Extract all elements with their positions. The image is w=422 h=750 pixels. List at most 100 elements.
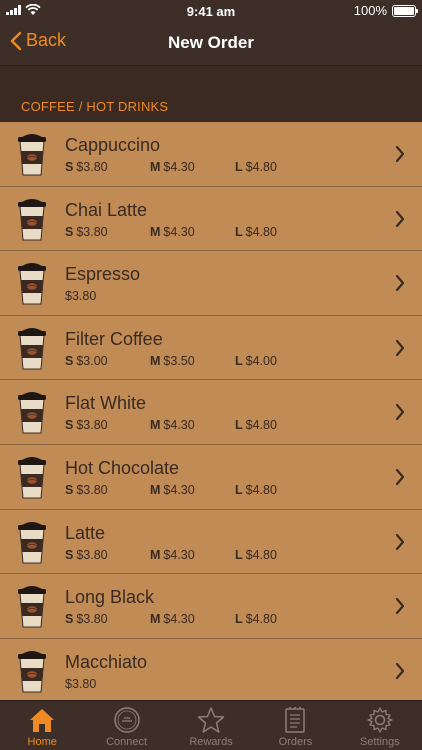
item-name: Long Black [65,587,155,608]
menu-item-row[interactable]: Hot Chocolate S $3.80 M $4.30 L $4.80 [0,444,422,510]
price-m: M $4.30 [150,418,195,432]
coffee-cup-icon [18,134,46,176]
section-header: COFFEE / HOT DRINKS [0,66,422,122]
price-value: $4.30 [163,418,195,433]
coffee-cup-icon [18,456,46,499]
price-l: L $4.80 [235,612,277,626]
page-title: New Order [168,33,254,52]
price-s: S $3.80 [65,612,108,626]
menu-item-row[interactable]: Flat White S $3.80 M $4.30 L $4.80 [0,380,422,445]
item-name: Espresso [65,264,141,285]
status-bar: 9:41 am 100% [0,0,422,22]
size-label: L [235,547,243,562]
chevron-right-icon [395,404,405,421]
price-m: M $4.30 [150,483,195,497]
chevron-right-icon [395,598,405,615]
size-label: M [150,353,161,368]
price-m: M $4.30 [150,612,195,626]
size-label: M [150,160,161,174]
tab-label: Rewards [189,736,233,748]
price-value: $3.80 [76,418,108,433]
tab-orders[interactable]: Orders [253,701,337,750]
price-value: $4.80 [245,160,277,174]
price-l: L $4.00 [235,354,277,368]
chevron-right-icon [395,145,405,163]
star-icon [197,707,225,733]
chevron-right-icon [395,662,405,679]
price-value: $4.00 [245,353,277,368]
chevron-right-icon [395,339,405,356]
tab-settings[interactable]: Settings [338,701,422,750]
size-label: M [150,418,161,433]
price-value: $3.80 [76,547,108,562]
size-label: S [65,224,74,239]
price-m: M $3.50 [150,354,195,368]
menu-list[interactable]: Cappuccino S $3.80 M $4.30 L $4.80 Chai Latte S $… [0,122,422,700]
item-name: Filter Coffee [65,328,163,349]
item-name: Macchiato [65,651,148,672]
price-value: $4.80 [245,224,277,239]
menu-item-row[interactable]: Cappuccino S $3.80 M $4.30 L $4.80 [0,122,422,187]
price-value: $3.50 [163,353,195,368]
price-single: $3.80 [65,676,97,691]
tab-home[interactable]: Home [0,701,84,750]
size-label: M [150,547,161,562]
size-label: S [65,482,74,497]
home-icon [30,709,55,732]
tab-label: Home [27,736,57,748]
tab-connect[interactable]: Connect [84,701,168,750]
price-value: $4.30 [163,612,195,627]
tab-bar: Home Connect Rewards Orders Settings [0,700,422,750]
price-value: $3.00 [76,353,108,368]
price-value: $4.30 [163,482,195,497]
price-value: $3.80 [76,612,108,627]
size-label: S [65,547,74,562]
price-value: $4.80 [245,547,277,562]
tab-label: Connect [106,736,148,748]
menu-item-row[interactable]: Chai Latte S $3.80 M $4.30 L $4.80 [0,186,422,252]
price-value: $3.80 [76,482,108,497]
chevron-right-icon [395,275,405,292]
size-label: L [235,224,243,239]
menu-item-row[interactable]: Macchiato $3.80 [0,638,422,700]
price-single: $3.80 [65,289,97,304]
item-name: Latte [65,522,106,543]
price-value: $4.80 [245,482,277,497]
price-s: S $3.80 [65,225,108,239]
price-l: L $4.80 [235,225,277,239]
size-label: L [235,353,243,368]
size-label: M [150,612,161,627]
coffee-cup-icon [18,327,46,370]
chevron-right-icon [395,210,405,227]
battery-percent: 100% [353,3,387,18]
coffee-cup-icon [18,392,46,434]
status-right: 100% [353,3,418,18]
menu-item-row[interactable]: Filter Coffee S $3.00 M $3.50 L $4.00 [0,315,422,381]
size-label: S [65,612,74,627]
size-label: L [235,160,243,174]
price-value: $3.80 [76,224,108,239]
coffee-cup-icon [18,198,46,241]
price-value: $4.30 [163,547,195,562]
price-s: S $3.80 [65,160,108,174]
menu-item-row[interactable]: Espresso $3.80 [0,251,422,316]
price-m: M $4.30 [150,225,195,239]
price-value: $4.30 [163,224,195,239]
size-label: L [235,482,243,497]
menu-item-row[interactable]: Latte S $3.80 M $4.30 L $4.80 [0,509,422,575]
menu-item-row[interactable]: Long Black S $3.80 M $4.30 L $4.80 [0,574,422,639]
price-value: $4.30 [163,160,195,174]
price-s: S $3.80 [65,548,108,562]
price-s: S $3.00 [65,354,108,368]
battery-icon [392,4,418,17]
chevron-right-icon [395,468,405,486]
price-l: L $4.80 [235,418,277,432]
price-value: $3.80 [76,160,108,174]
item-name: Cappuccino [65,135,161,155]
size-label: M [150,482,161,497]
navigation-bar: Back New Order [0,22,422,66]
chevron-right-icon [395,533,405,550]
coffee-cup-icon [18,586,46,628]
tab-rewards[interactable]: Rewards [169,701,253,750]
connect-icon [113,707,140,733]
